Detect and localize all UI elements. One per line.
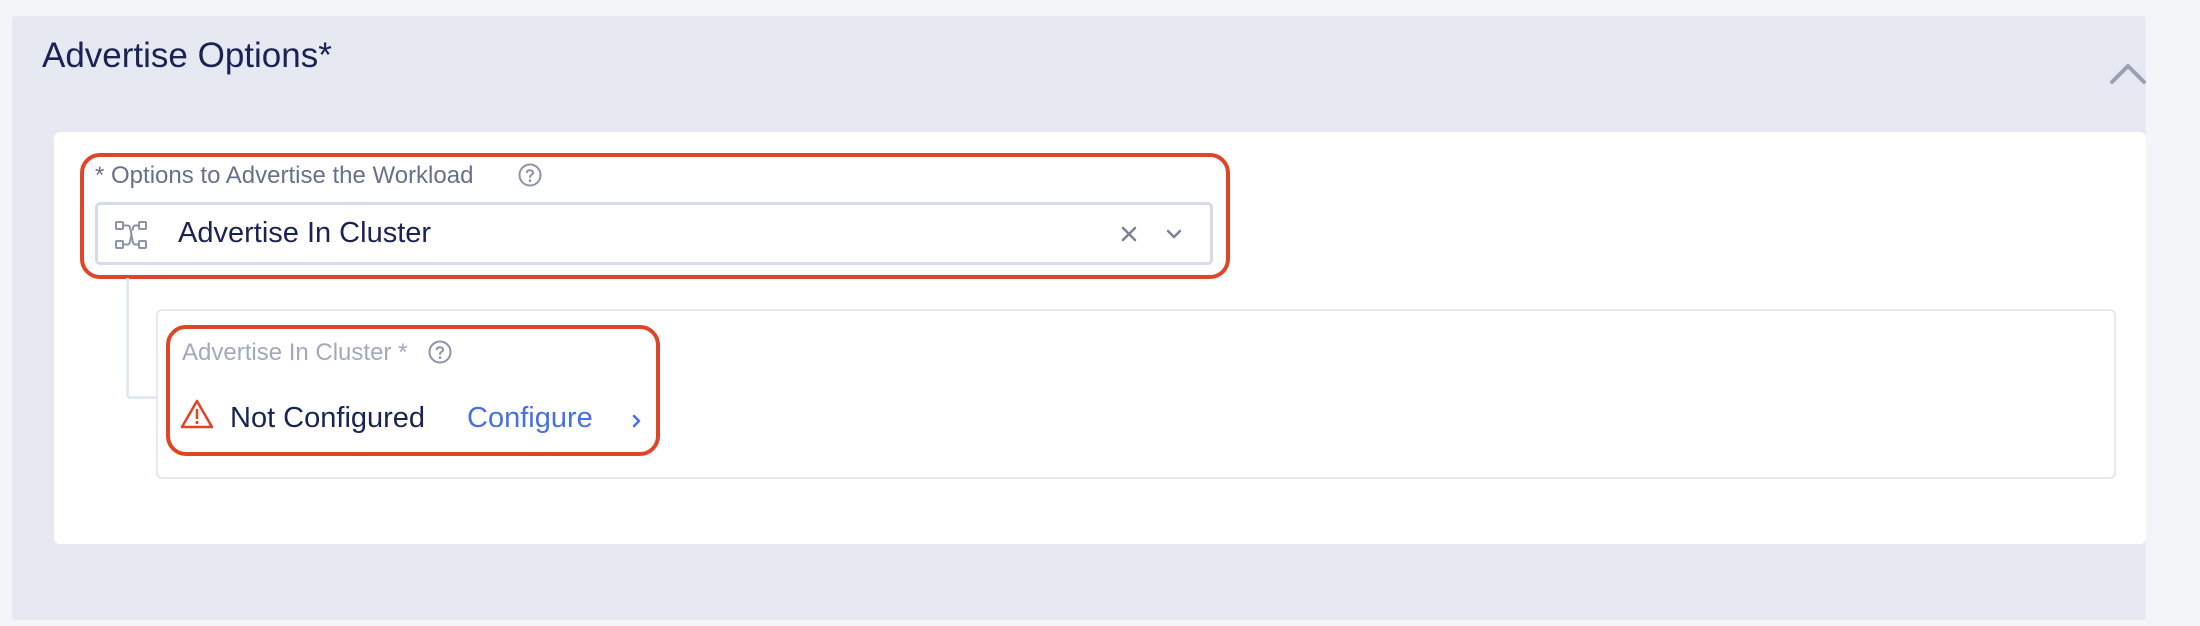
highlight-box-options-field <box>80 153 1230 279</box>
chevron-up-icon <box>2110 64 2146 84</box>
section-required-mark: * <box>318 36 332 75</box>
highlight-box-cluster-status <box>166 325 660 456</box>
section-title-text: Advertise Options <box>42 36 319 75</box>
section-title: Advertise Options* <box>42 34 332 78</box>
collapse-section-button[interactable] <box>2096 52 2160 92</box>
